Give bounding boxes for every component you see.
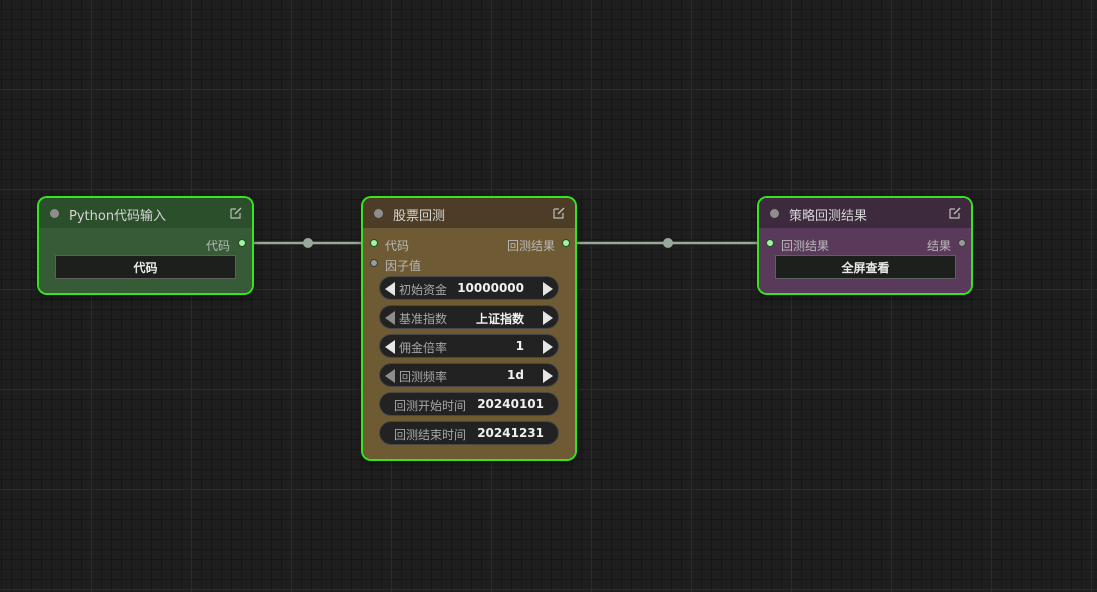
widget-label: 佣金倍率 — [399, 341, 448, 355]
input-slot-label: 代码 — [385, 239, 410, 253]
decrement-arrow-icon[interactable] — [385, 369, 395, 383]
widget-label: 回测频率 — [399, 370, 448, 384]
increment-arrow-icon[interactable] — [543, 282, 553, 296]
widget-value: 上证指数 — [475, 312, 524, 326]
output-slot-label: 回测结果 — [506, 239, 555, 253]
output-slot-dot[interactable] — [238, 239, 246, 247]
node-header[interactable]: Python代码输入 — [39, 198, 252, 228]
node-python-input[interactable]: Python代码输入 代码 代码 — [39, 198, 252, 293]
edit-icon[interactable] — [949, 207, 961, 219]
node-stock-backtest[interactable]: 股票回测 代码 回测结果 因子值 初始资金 10000000 基准指数 上证指数… — [363, 198, 575, 459]
node-header[interactable]: 股票回测 — [363, 198, 575, 228]
graph-canvas[interactable]: Python代码输入 代码 代码 股票回测 代码 回测结果 因子值 初始资金 1… — [0, 0, 1097, 592]
collapse-dot-icon[interactable] — [50, 209, 59, 218]
increment-arrow-icon[interactable] — [543, 340, 553, 354]
widget-start-date[interactable]: 回测开始时间 20240101 — [379, 392, 559, 416]
input-slot-label: 因子值 — [385, 259, 422, 273]
node-title: 股票回测 — [393, 209, 446, 224]
input-slot-row-factor: 因子值 — [363, 254, 575, 274]
edit-icon[interactable] — [230, 207, 242, 219]
decrement-arrow-icon[interactable] — [385, 282, 395, 296]
edit-icon[interactable] — [553, 207, 565, 219]
decrement-arrow-icon[interactable] — [385, 340, 395, 354]
link-center-handle[interactable] — [663, 238, 673, 248]
widget-value: 1d — [507, 368, 524, 382]
node-backtest-result[interactable]: 策略回测结果 回测结果 结果 全屏查看 — [759, 198, 971, 293]
collapse-dot-icon[interactable] — [770, 209, 779, 218]
input-slot-dot-code[interactable] — [370, 239, 378, 247]
input-slot-row-code: 代码 回测结果 — [363, 234, 575, 254]
widget-backtest-frequency[interactable]: 回测频率 1d — [379, 363, 559, 387]
widget-benchmark-index[interactable]: 基准指数 上证指数 — [379, 305, 559, 329]
widget-initial-capital[interactable]: 初始资金 10000000 — [379, 276, 559, 300]
output-slot-label: 代码 — [205, 239, 230, 253]
code-button[interactable]: 代码 — [55, 255, 236, 279]
widget-label: 基准指数 — [399, 312, 448, 326]
node-header[interactable]: 策略回测结果 — [759, 198, 971, 228]
node-title: Python代码输入 — [69, 209, 167, 224]
increment-arrow-icon[interactable] — [543, 369, 553, 383]
output-slot-dot[interactable] — [958, 239, 966, 247]
widget-end-date[interactable]: 回测结束时间 20241231 — [379, 421, 559, 445]
input-slot-dot[interactable] — [766, 239, 774, 247]
widget-value: 10000000 — [457, 281, 524, 295]
widget-value: 20241231 — [477, 426, 544, 440]
widget-value: 20240101 — [477, 397, 544, 411]
input-slot-dot-factor[interactable] — [370, 259, 378, 267]
widget-label: 回测结束时间 — [394, 428, 467, 442]
widget-value: 1 — [515, 339, 524, 353]
collapse-dot-icon[interactable] — [374, 209, 383, 218]
increment-arrow-icon[interactable] — [543, 311, 553, 325]
input-slot-label: 回测结果 — [781, 239, 830, 253]
link-center-handle[interactable] — [303, 238, 313, 248]
widget-commission-multiplier[interactable]: 佣金倍率 1 — [379, 334, 559, 358]
node-title: 策略回测结果 — [789, 209, 868, 224]
output-slot-label: 结果 — [926, 239, 951, 253]
widget-label: 初始资金 — [399, 283, 448, 297]
widget-label: 回测开始时间 — [394, 399, 467, 413]
slot-row: 回测结果 结果 — [759, 234, 971, 254]
fullscreen-view-button[interactable]: 全屏查看 — [775, 255, 956, 279]
output-slot-dot[interactable] — [562, 239, 570, 247]
decrement-arrow-icon[interactable] — [385, 311, 395, 325]
output-slot-row: 代码 — [39, 234, 252, 254]
